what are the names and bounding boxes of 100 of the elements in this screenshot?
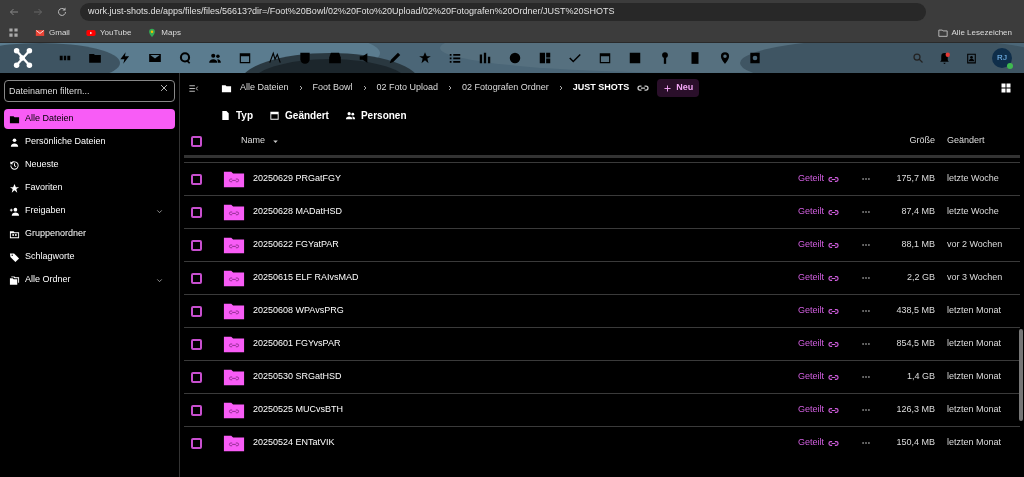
- bar-chart-icon[interactable]: [478, 51, 492, 65]
- file-size: 175,7 MB: [895, 172, 935, 186]
- scrollbar[interactable]: [1019, 329, 1023, 421]
- calendar-icon[interactable]: [238, 51, 252, 65]
- sidebar-item[interactable]: Favoriten: [4, 178, 175, 198]
- checkbox[interactable]: [191, 437, 202, 449]
- bookmark-link[interactable]: Gmail: [35, 26, 70, 39]
- bookmark-link[interactable]: Maps: [147, 26, 181, 39]
- sidebar-item[interactable]: Alle Dateien: [4, 109, 175, 129]
- shared-link[interactable]: Geteilt: [798, 271, 839, 285]
- checkbox[interactable]: [191, 173, 202, 185]
- sidebar-icon: [9, 251, 20, 263]
- link-icon[interactable]: [637, 82, 650, 94]
- filter-button[interactable]: Geändert: [269, 107, 329, 123]
- checkbox[interactable]: [191, 135, 202, 147]
- sidebar-toggle-icon[interactable]: [188, 82, 199, 94]
- pin-icon[interactable]: [718, 51, 732, 65]
- sidebar-item[interactable]: Schlagworte: [4, 247, 175, 267]
- modified-date: vor 3 Wochen: [946, 271, 1004, 285]
- address-bar[interactable]: work.just-shots.de/apps/files/files/56613?dir=/Foot%20Bowl/02%20Foto%20Upload/02%20Fotografen%20Ordner/JUST%20SHOTS: [80, 2, 926, 21]
- mail-icon[interactable]: [148, 51, 162, 65]
- filter-icon: [269, 109, 281, 121]
- reload-icon[interactable]: [56, 5, 68, 18]
- contacts-icon[interactable]: [965, 51, 978, 65]
- file-size: 438,5 MB: [895, 304, 935, 318]
- shared-link[interactable]: Geteilt: [798, 436, 839, 450]
- apps-icon[interactable]: [8, 27, 19, 38]
- close-icon[interactable]: [159, 83, 169, 93]
- shared-link[interactable]: Geteilt: [798, 172, 839, 186]
- file-size: 126,3 MB: [895, 403, 935, 417]
- people-icon[interactable]: [208, 51, 222, 65]
- file-name[interactable]: 20250524 ENTatVIK: [253, 436, 335, 450]
- camera-icon[interactable]: [748, 51, 762, 65]
- sidebar-item[interactable]: Persönliche Dateien: [4, 132, 175, 152]
- check-icon[interactable]: [568, 51, 582, 65]
- bookmarks-folder-link[interactable]: Alle Lesezeichen: [937, 26, 1012, 39]
- filter-icon: [220, 109, 231, 121]
- filter-button[interactable]: Typ: [220, 107, 254, 123]
- shared-link[interactable]: Geteilt: [798, 337, 839, 351]
- network-logo-icon[interactable]: [12, 47, 34, 69]
- modified-date: letzten Monat: [946, 304, 1003, 318]
- star-icon[interactable]: [418, 51, 432, 65]
- shield-icon[interactable]: [298, 51, 312, 65]
- shared-link[interactable]: Geteilt: [798, 304, 839, 318]
- breadcrumb-link[interactable]: Alle Dateien: [240, 81, 289, 95]
- file-name[interactable]: 20250615 ELF RAIvsMAD: [253, 271, 359, 285]
- new-button[interactable]: Neu: [657, 79, 700, 97]
- checkbox[interactable]: [191, 305, 202, 317]
- folder-icon[interactable]: [88, 51, 102, 65]
- shared-link[interactable]: Geteilt: [798, 205, 839, 219]
- bookmark-link[interactable]: YouTube: [85, 26, 132, 39]
- calendar-icon[interactable]: [598, 51, 612, 65]
- folder-icon: [937, 27, 948, 38]
- shared-link[interactable]: Geteilt: [798, 238, 839, 252]
- file-name[interactable]: 20250622 FGYatPAR: [253, 238, 339, 252]
- modified-date: letzten Monat: [946, 370, 1003, 384]
- checkbox[interactable]: [191, 239, 202, 251]
- modified-date: vor 2 Wochen: [946, 238, 1004, 252]
- breadcrumb-link[interactable]: Foot Bowl: [312, 81, 353, 95]
- checkbox[interactable]: [191, 338, 202, 350]
- sidebar-item[interactable]: Neueste: [4, 155, 175, 175]
- breadcrumb-link[interactable]: JUST SHOTS: [572, 81, 630, 95]
- file-name[interactable]: 20250530 SRGatHSD: [253, 370, 342, 384]
- signature-icon[interactable]: [268, 51, 282, 65]
- column-header[interactable]: Geändert: [935, 134, 1020, 148]
- modified-date: letzten Monat: [946, 436, 1003, 450]
- filter-field[interactable]: Dateinamen filtern...: [4, 80, 175, 102]
- modified-date: letzten Monat: [946, 403, 1003, 417]
- shared-link[interactable]: Geteilt: [798, 370, 839, 384]
- file-name[interactable]: 20250629 PRGatFGY: [253, 172, 342, 186]
- modified-date: letzte Woche: [946, 205, 1000, 219]
- chat-icon[interactable]: [178, 51, 192, 65]
- bolt-icon[interactable]: [118, 51, 132, 65]
- file-name[interactable]: 20250601 FGYvsPAR: [253, 337, 341, 351]
- grid-view-icon[interactable]: [1000, 82, 1012, 94]
- dashboard-icon[interactable]: [538, 51, 552, 65]
- column-header[interactable]: Größe: [865, 134, 935, 148]
- list-icon[interactable]: [448, 51, 462, 65]
- sidebar-icon: [9, 159, 20, 171]
- file-name[interactable]: 20250608 WPAvsPRG: [253, 304, 344, 318]
- column-header[interactable]: Name: [241, 134, 280, 148]
- sidebar-item[interactable]: Alle Ordner: [4, 270, 175, 290]
- modified-date: letzten Monat: [946, 337, 1003, 351]
- folder-icon: [221, 82, 232, 94]
- bell-icon[interactable]: [938, 51, 951, 65]
- sidebar-icon: [9, 136, 20, 148]
- checkbox[interactable]: [191, 272, 202, 284]
- checkbox[interactable]: [191, 404, 202, 416]
- sidebar-item[interactable]: Freigaben: [4, 201, 175, 221]
- breadcrumb-link[interactable]: 02 Foto Upload: [376, 81, 439, 95]
- checkbox[interactable]: [191, 371, 202, 383]
- sidebar-icon: [9, 182, 20, 194]
- checkbox[interactable]: [191, 206, 202, 218]
- shared-link[interactable]: Geteilt: [798, 403, 839, 417]
- sidebar-item[interactable]: Gruppenordner: [4, 224, 175, 244]
- filter-button[interactable]: Personen: [344, 107, 407, 123]
- file-name[interactable]: 20250525 MUCvsBTH: [253, 403, 344, 417]
- breadcrumb-link[interactable]: 02 Fotografen Ordner: [462, 81, 549, 95]
- file-name[interactable]: 20250628 MADatHSD: [253, 205, 343, 219]
- pencil-icon[interactable]: [388, 51, 402, 65]
